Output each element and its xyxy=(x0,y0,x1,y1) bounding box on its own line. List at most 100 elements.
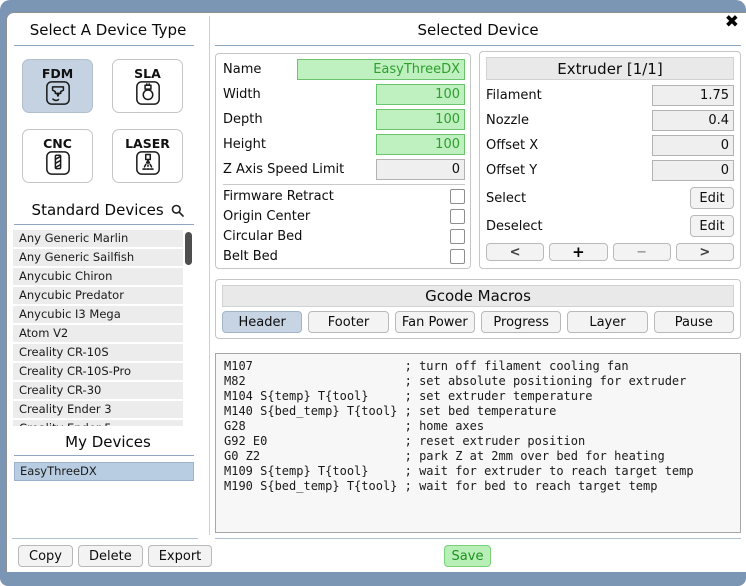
tab-layer[interactable]: Layer xyxy=(567,311,647,333)
add-extruder-button[interactable]: + xyxy=(549,243,607,261)
standard-device-item[interactable]: Creality CR-30 xyxy=(13,382,183,399)
device-type-laser-button[interactable]: LASER xyxy=(112,129,183,183)
sla-label: SLA xyxy=(134,67,161,80)
depth-input[interactable] xyxy=(376,109,465,130)
width-input[interactable] xyxy=(376,84,465,105)
name-input[interactable] xyxy=(297,59,465,80)
separator xyxy=(14,455,194,456)
select-edit-button[interactable]: Edit xyxy=(690,187,734,209)
close-icon[interactable]: ✖ xyxy=(725,11,739,33)
panel-divider xyxy=(209,16,210,535)
filament-row: Filament xyxy=(486,85,734,106)
deselect-label: Deselect xyxy=(486,219,690,234)
gcode-macro-tabs: Header Footer Fan Power Progress Layer P… xyxy=(222,311,734,333)
nozzle-row: Nozzle xyxy=(486,110,734,131)
cnc-label: CNC xyxy=(43,137,72,150)
firmware-retract-label: Firmware Retract xyxy=(223,189,450,204)
tab-pause[interactable]: Pause xyxy=(654,311,734,333)
gcode-editor[interactable]: M107 ; turn off filament cooling fan M82… xyxy=(215,353,741,533)
origin-center-row: Origin Center xyxy=(223,208,465,225)
filament-input[interactable] xyxy=(652,85,734,106)
nozzle-input[interactable] xyxy=(652,110,734,131)
laser-icon xyxy=(135,150,161,176)
depth-label: Depth xyxy=(223,112,376,127)
standard-device-item[interactable]: Creality Ender 3 xyxy=(13,401,183,418)
z-axis-speed-row: Z Axis Speed Limit xyxy=(223,159,465,180)
standard-device-item[interactable]: Anycubic Predator xyxy=(13,287,183,304)
my-device-item-easythreedx[interactable]: EasyThreeDX xyxy=(14,462,194,481)
height-row: Height xyxy=(223,134,465,155)
filament-label: Filament xyxy=(486,88,652,103)
offset-y-label: Offset Y xyxy=(486,163,652,178)
device-type-sla-button[interactable]: SLA xyxy=(112,59,183,113)
width-label: Width xyxy=(223,87,376,102)
belt-bed-row: Belt Bed xyxy=(223,248,465,265)
circular-bed-row: Circular Bed xyxy=(223,228,465,245)
offset-x-row: Offset X xyxy=(486,135,734,156)
gcode-macros-header: Gcode Macros xyxy=(222,285,734,307)
separator xyxy=(14,224,194,225)
z-axis-speed-label: Z Axis Speed Limit xyxy=(223,162,376,177)
select-row: Select Edit xyxy=(486,187,734,209)
devices-window: Select A Device Type FDM SLA xyxy=(0,0,746,586)
device-type-fdm-button[interactable]: FDM xyxy=(22,59,93,113)
copy-button[interactable]: Copy xyxy=(18,545,73,567)
offset-y-input[interactable] xyxy=(652,160,734,181)
standard-device-item[interactable]: Any Generic Sailfish xyxy=(13,249,183,266)
prev-extruder-button[interactable]: < xyxy=(486,243,544,261)
delete-button[interactable]: Delete xyxy=(78,545,143,567)
remove-extruder-button[interactable]: − xyxy=(613,243,671,261)
separator xyxy=(14,45,194,46)
device-type-cnc-button[interactable]: CNC xyxy=(22,129,93,183)
device-type-title: Select A Device Type xyxy=(7,21,209,39)
tab-progress[interactable]: Progress xyxy=(481,311,561,333)
devices-dialog: Select A Device Type FDM SLA xyxy=(6,12,746,572)
standard-device-item[interactable]: Anycubic I3 Mega xyxy=(13,306,183,323)
firmware-retract-checkbox[interactable] xyxy=(450,189,465,204)
origin-center-checkbox[interactable] xyxy=(450,209,465,224)
standard-devices-title-text: Standard Devices xyxy=(32,201,164,219)
separator xyxy=(215,538,741,539)
tab-fan-power[interactable]: Fan Power xyxy=(395,311,475,333)
device-type-grid: FDM SLA CNC xyxy=(22,59,183,183)
gcode-macros-panel: Gcode Macros Header Footer Fan Power Pro… xyxy=(215,279,741,339)
next-extruder-button[interactable]: > xyxy=(676,243,734,261)
laser-label: LASER xyxy=(125,137,170,150)
separator xyxy=(12,538,198,539)
deselect-edit-button[interactable]: Edit xyxy=(690,215,734,237)
standard-device-item[interactable]: Creality CR-10S-Pro xyxy=(13,363,183,380)
fdm-icon xyxy=(45,80,71,106)
circular-bed-checkbox[interactable] xyxy=(450,229,465,244)
circular-bed-label: Circular Bed xyxy=(223,229,450,244)
export-button[interactable]: Export xyxy=(148,545,213,567)
device-properties-panel: Name Width Depth Height Z Axis Speed Lim… xyxy=(215,53,471,269)
tab-footer[interactable]: Footer xyxy=(308,311,388,333)
device-list-scrollbar[interactable] xyxy=(185,232,192,265)
separator xyxy=(223,184,465,185)
offset-x-input[interactable] xyxy=(652,135,734,156)
standard-device-item[interactable]: Creality Ender 5 xyxy=(13,420,183,426)
sla-icon xyxy=(135,80,161,106)
standard-device-item[interactable]: Any Generic Marlin xyxy=(13,230,183,247)
standard-device-item[interactable]: Anycubic Chiron xyxy=(13,268,183,285)
origin-center-label: Origin Center xyxy=(223,209,450,224)
z-axis-speed-input[interactable] xyxy=(376,159,465,180)
tab-header[interactable]: Header xyxy=(222,311,302,333)
deselect-row: Deselect Edit xyxy=(486,215,734,237)
cnc-icon xyxy=(45,150,71,176)
standard-devices-title: Standard Devices xyxy=(7,201,209,219)
name-row: Name xyxy=(223,59,465,80)
separator xyxy=(215,45,741,46)
belt-bed-checkbox[interactable] xyxy=(450,249,465,264)
selected-device-title: Selected Device xyxy=(215,21,741,39)
standard-device-item[interactable]: Atom V2 xyxy=(13,325,183,342)
height-input[interactable] xyxy=(376,134,465,155)
offset-y-row: Offset Y xyxy=(486,160,734,181)
standard-device-item[interactable]: Creality CR-10S xyxy=(13,344,183,361)
save-button[interactable]: Save xyxy=(444,545,491,567)
magnifier-icon[interactable] xyxy=(171,204,184,217)
nozzle-label: Nozzle xyxy=(486,113,652,128)
width-row: Width xyxy=(223,84,465,105)
extruder-header: Extruder [1/1] xyxy=(486,57,734,80)
extruder-panel: Extruder [1/1] Filament Nozzle Offset X … xyxy=(479,51,741,269)
